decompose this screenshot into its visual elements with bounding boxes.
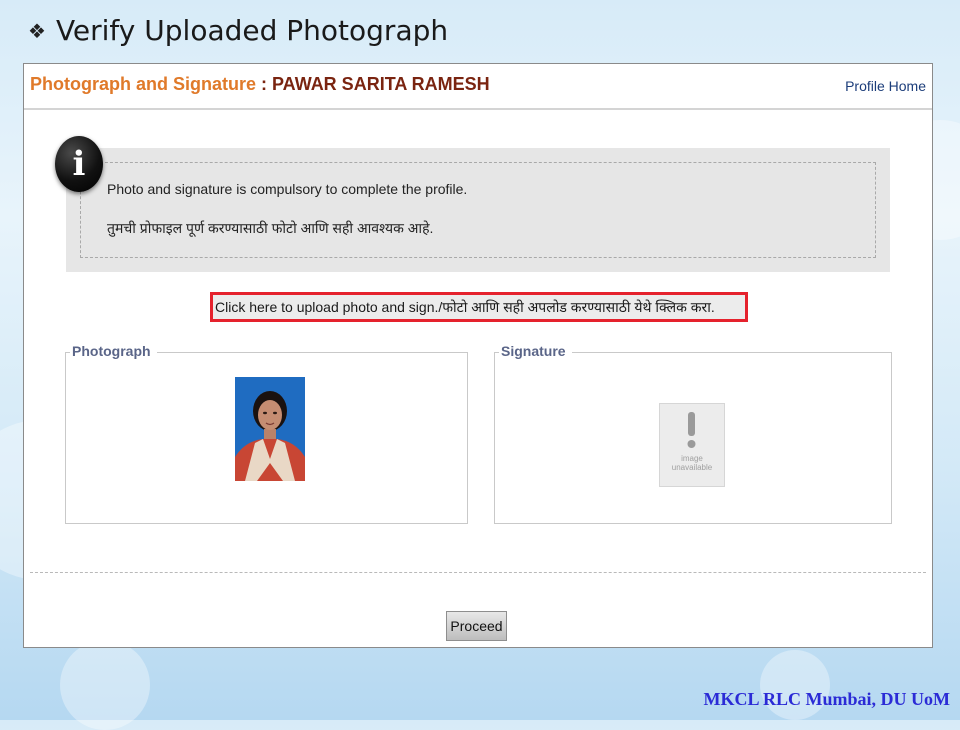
info-message-frame: Photo and signature is compulsory to com…: [80, 162, 876, 258]
image-unavailable-line2: unavailable: [671, 463, 713, 472]
upload-photo-sign-link[interactable]: Click here to upload photo and sign./फोट…: [210, 292, 748, 322]
background-bubble: [60, 640, 150, 730]
page-title: Photograph and Signature : PAWAR SARITA …: [30, 74, 490, 95]
section-divider: [30, 572, 926, 573]
page-header: Photograph and Signature : PAWAR SARITA …: [24, 64, 932, 110]
profile-panel: Photograph and Signature : PAWAR SARITA …: [23, 63, 933, 648]
student-name: PAWAR SARITA RAMESH: [272, 74, 490, 94]
signature-image-placeholder: image unavailable: [659, 403, 725, 487]
slide-title: ❖ Verify Uploaded Photograph: [28, 14, 448, 47]
page-title-label: Photograph and Signature: [30, 74, 257, 94]
page-title-separator: :: [256, 74, 273, 94]
proceed-button[interactable]: Proceed: [446, 611, 507, 641]
signature-fieldset: Signature image unavailable: [494, 343, 892, 524]
diamond-bullet-icon: ❖: [28, 18, 46, 43]
image-unavailable-icon: [687, 412, 696, 448]
info-message-english: Photo and signature is compulsory to com…: [107, 181, 468, 197]
portrait-image: [235, 377, 305, 481]
signature-legend: Signature: [499, 343, 572, 359]
profile-home-link[interactable]: Profile Home: [845, 78, 926, 94]
info-icon: i: [55, 136, 103, 192]
photograph-legend: Photograph: [70, 343, 157, 359]
image-unavailable-line1: image: [681, 454, 703, 463]
info-message-marathi: तुमची प्रोफाइल पूर्ण करण्यासाठी फोटो आणि…: [107, 220, 434, 236]
slide-footer: MKCL RLC Mumbai, DU UoM: [703, 689, 951, 709]
photograph-fieldset: Photograph: [65, 343, 468, 524]
info-icon-glyph: i: [72, 144, 86, 184]
image-unavailable-text: image unavailable: [660, 454, 724, 472]
uploaded-photograph: [235, 377, 305, 481]
info-message-box: Photo and signature is compulsory to com…: [66, 148, 890, 272]
slide-title-text: Verify Uploaded Photograph: [55, 14, 449, 47]
